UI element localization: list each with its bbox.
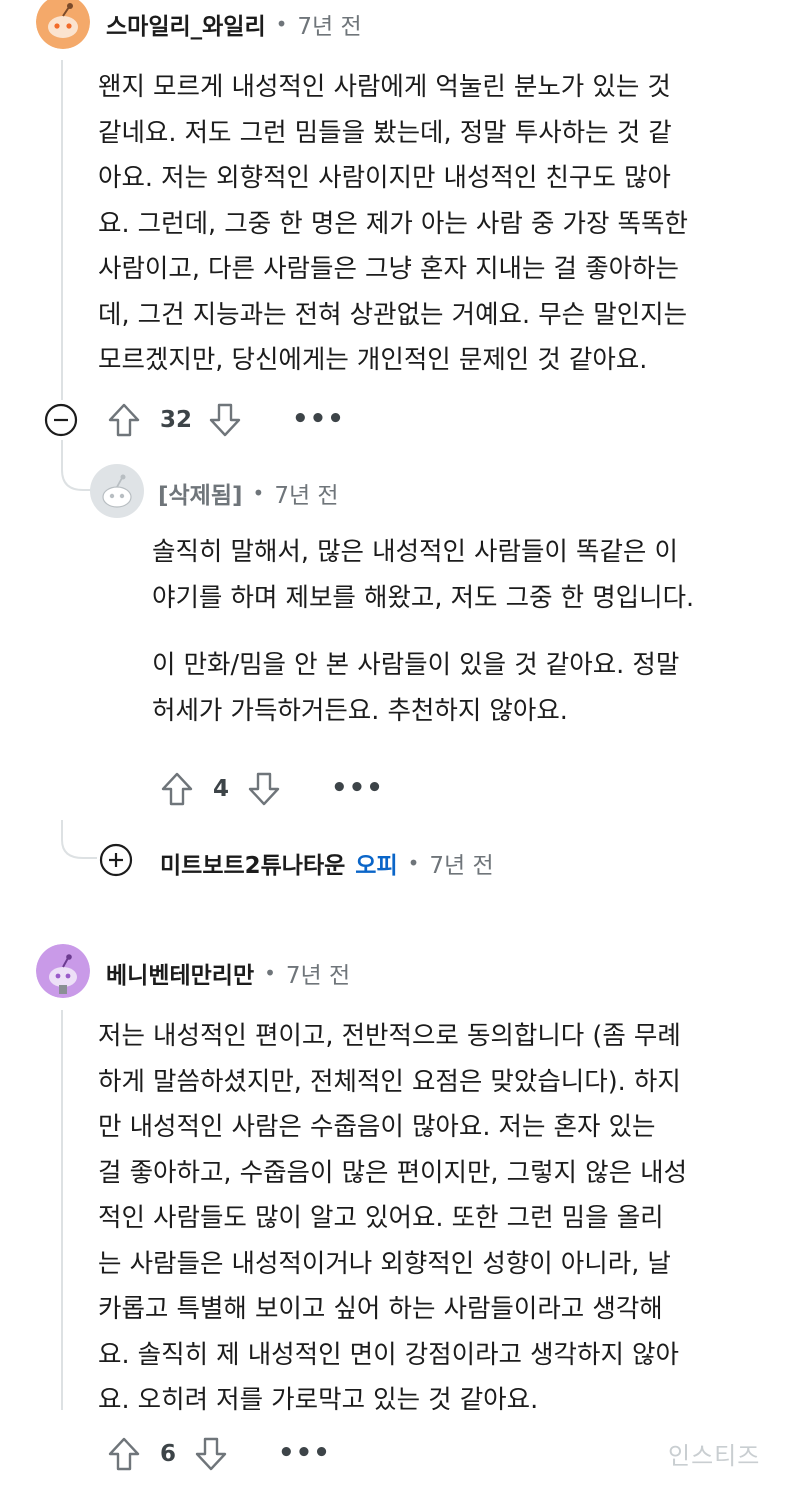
expand-icon (99, 843, 133, 877)
downvote-arrow-icon (248, 772, 280, 806)
username: [삭제됨] (158, 483, 243, 509)
upvote-arrow-icon (108, 1437, 140, 1471)
upvote-button[interactable] (159, 770, 195, 808)
thread-line[interactable] (61, 1010, 63, 1410)
timestamp[interactable]: 7년 전 (286, 956, 350, 990)
comment-line: 허세가 가득하거든요. 추천하지 않아요. (152, 695, 568, 726)
comment-line: 왠지 모르게 내성적인 사람에게 억눌린 분노가 있는 것 (98, 72, 671, 102)
separator-dot: • (252, 481, 265, 505)
username[interactable]: 미트보트2튜나타운 (160, 846, 345, 880)
timestamp[interactable]: 7년 전 (274, 476, 338, 510)
comment-body: 왠지 모르게 내성적인 사람에게 억눌린 분노가 있는 것 같네요. 저도 그런… (98, 65, 688, 384)
comment-line: 하게 말씀하셨지만, 전체적인 요점은 맞았습니다). 하지 (98, 1066, 681, 1097)
comment-line: 저는 내성적인 편이고, 전반적으로 동의합니다 (좀 무례 (98, 1021, 681, 1051)
op-badge: 오피 (355, 853, 398, 879)
comment-line: 이 만화/밈을 안 본 사람들이 있을 것 같아요. 정말 (152, 650, 680, 680)
comment-line: 사람이고, 다른 사람들은 그냥 혼자 지내는 걸 좋아하는 (98, 254, 679, 284)
watermark: 인스티즈 (668, 1442, 761, 1470)
comment-line (152, 621, 694, 643)
username[interactable]: 스마일리_와일리 (106, 7, 266, 41)
comment-line: 요. 오히려 저를 가로막고 있는 것 같아요. (98, 1385, 539, 1415)
separator-dot: • (407, 851, 420, 875)
upvote-arrow-icon (108, 403, 140, 437)
downvote-button[interactable] (207, 401, 243, 439)
username[interactable]: 베니벤테만리만 (106, 956, 254, 990)
upvote-button[interactable] (106, 401, 142, 439)
downvote-arrow-icon (195, 1437, 227, 1471)
more-options-button[interactable]: ••• (331, 773, 384, 803)
comment-line: 요. 그런데, 그중 한 명은 제가 아는 사람 중 가장 똑똑한 (98, 208, 688, 239)
timestamp[interactable]: 7년 전 (429, 846, 493, 880)
comment-body: 저는 내성적인 편이고, 전반적으로 동의합니다 (좀 무례 하게 말씀하셨지만… (98, 1014, 687, 1424)
vote-count: 6 (160, 1441, 177, 1467)
avatar (90, 464, 144, 518)
vote-count: 32 (160, 407, 193, 433)
downvote-arrow-icon (209, 403, 241, 437)
collapse-button[interactable] (44, 403, 78, 437)
timestamp[interactable]: 7년 전 (297, 7, 361, 41)
comment-line: 만 내성적인 사람은 수줍음이 많아요. 저는 혼자 있는 (98, 1112, 656, 1142)
comment-body: 솔직히 말해서, 많은 내성적인 사람들이 똑같은 이 야기를 하며 제보를 해… (152, 530, 694, 734)
comment-line: 카롭고 특별해 보이고 싶어 하는 사람들이라고 생각해 (98, 1294, 663, 1324)
collapse-icon (44, 403, 78, 437)
vote-count: 4 (213, 776, 230, 802)
downvote-button[interactable] (193, 1435, 229, 1473)
comment-line: 아요. 저는 외향적인 사람이지만 내성적인 친구도 많아 (98, 163, 671, 193)
comment-line: 는 사람들은 내성적이거나 외향적인 성향이 아니라, 날 (98, 1248, 671, 1279)
thread-connector (61, 820, 97, 859)
downvote-button[interactable] (246, 770, 282, 808)
comment-line: 데, 그건 지능과는 전혀 상관없는 거예요. 무슨 말인지는 (98, 299, 688, 330)
comment-line: 모르겠지만, 당신에게는 개인적인 문제인 것 같아요. (98, 345, 648, 375)
more-options-button[interactable]: ••• (292, 404, 345, 434)
avatar[interactable] (36, 0, 90, 49)
upvote-arrow-icon (161, 772, 193, 806)
more-options-button[interactable]: ••• (278, 1438, 331, 1468)
comment-line: 요. 솔직히 제 내성적인 면이 강점이라고 생각하지 않아 (98, 1339, 679, 1370)
comment-line: 야기를 하며 제보를 해왔고, 저도 그중 한 명입니다. (152, 582, 695, 613)
upvote-button[interactable] (106, 1435, 142, 1473)
snoo-avatar-icon (36, 944, 90, 998)
comment-line: 같네요. 저도 그런 밈들을 봤는데, 정말 투사하는 것 같 (98, 117, 672, 148)
snoo-avatar-icon (36, 0, 90, 49)
separator-dot: • (275, 12, 288, 36)
comment-line: 솔직히 말해서, 많은 내성적인 사람들이 똑같은 이 (152, 537, 678, 567)
comment-line: 적인 사람들도 많이 알고 있어요. 또한 그런 밈을 올리 (98, 1203, 664, 1233)
deleted-user-avatar-icon (102, 474, 132, 508)
thread-line[interactable] (61, 60, 63, 400)
comment-line: 걸 좋아하고, 수줍음이 많은 편이지만, 그렇지 않은 내성 (98, 1157, 688, 1188)
avatar[interactable] (36, 944, 90, 998)
separator-dot: • (264, 961, 276, 985)
expand-button[interactable] (99, 843, 133, 877)
